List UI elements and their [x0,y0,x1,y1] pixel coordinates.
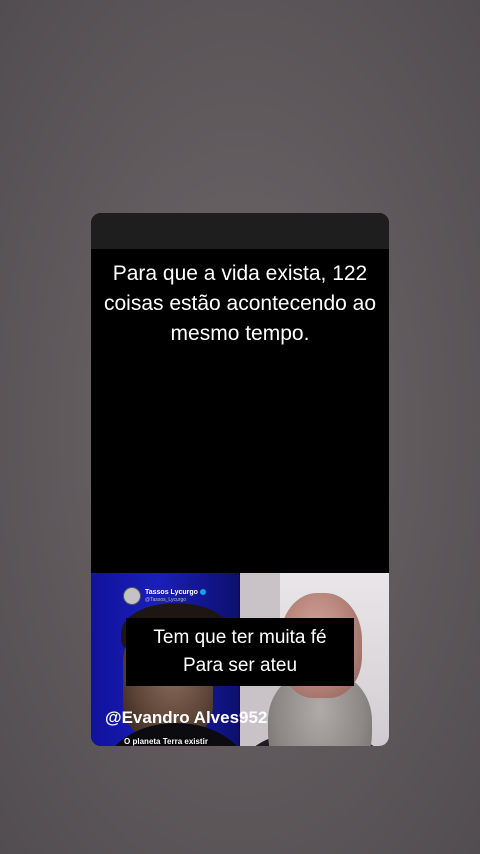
tweet-header: Tassos Lycurgo @Tassos_Lycurgo [123,587,206,605]
card-top-bar [91,213,389,249]
bottom-caption-box: Tem que ter muita fé Para ser ateu [126,618,354,686]
story-card[interactable]: Para que a vida exista, 122 coisas estão… [91,213,389,746]
left-video-subtitle: O planeta Terra existir por acaso, [124,737,208,746]
bottom-caption-line1: Tem que ter muita fé [153,627,327,648]
tweet-author-name: Tassos Lycurgo [145,589,198,596]
tweet-handle: @Tassos_Lycurgo [145,597,187,603]
verified-icon [199,589,206,596]
tweet-avatar [123,587,141,605]
username-label[interactable]: @Evandro Alves952 [105,708,267,728]
bottom-caption-line2: Para ser ateu [182,655,298,676]
top-caption-text: Para que a vida exista, 122 coisas estão… [103,262,377,345]
top-caption-box: Para que a vida exista, 122 coisas estão… [91,249,389,574]
